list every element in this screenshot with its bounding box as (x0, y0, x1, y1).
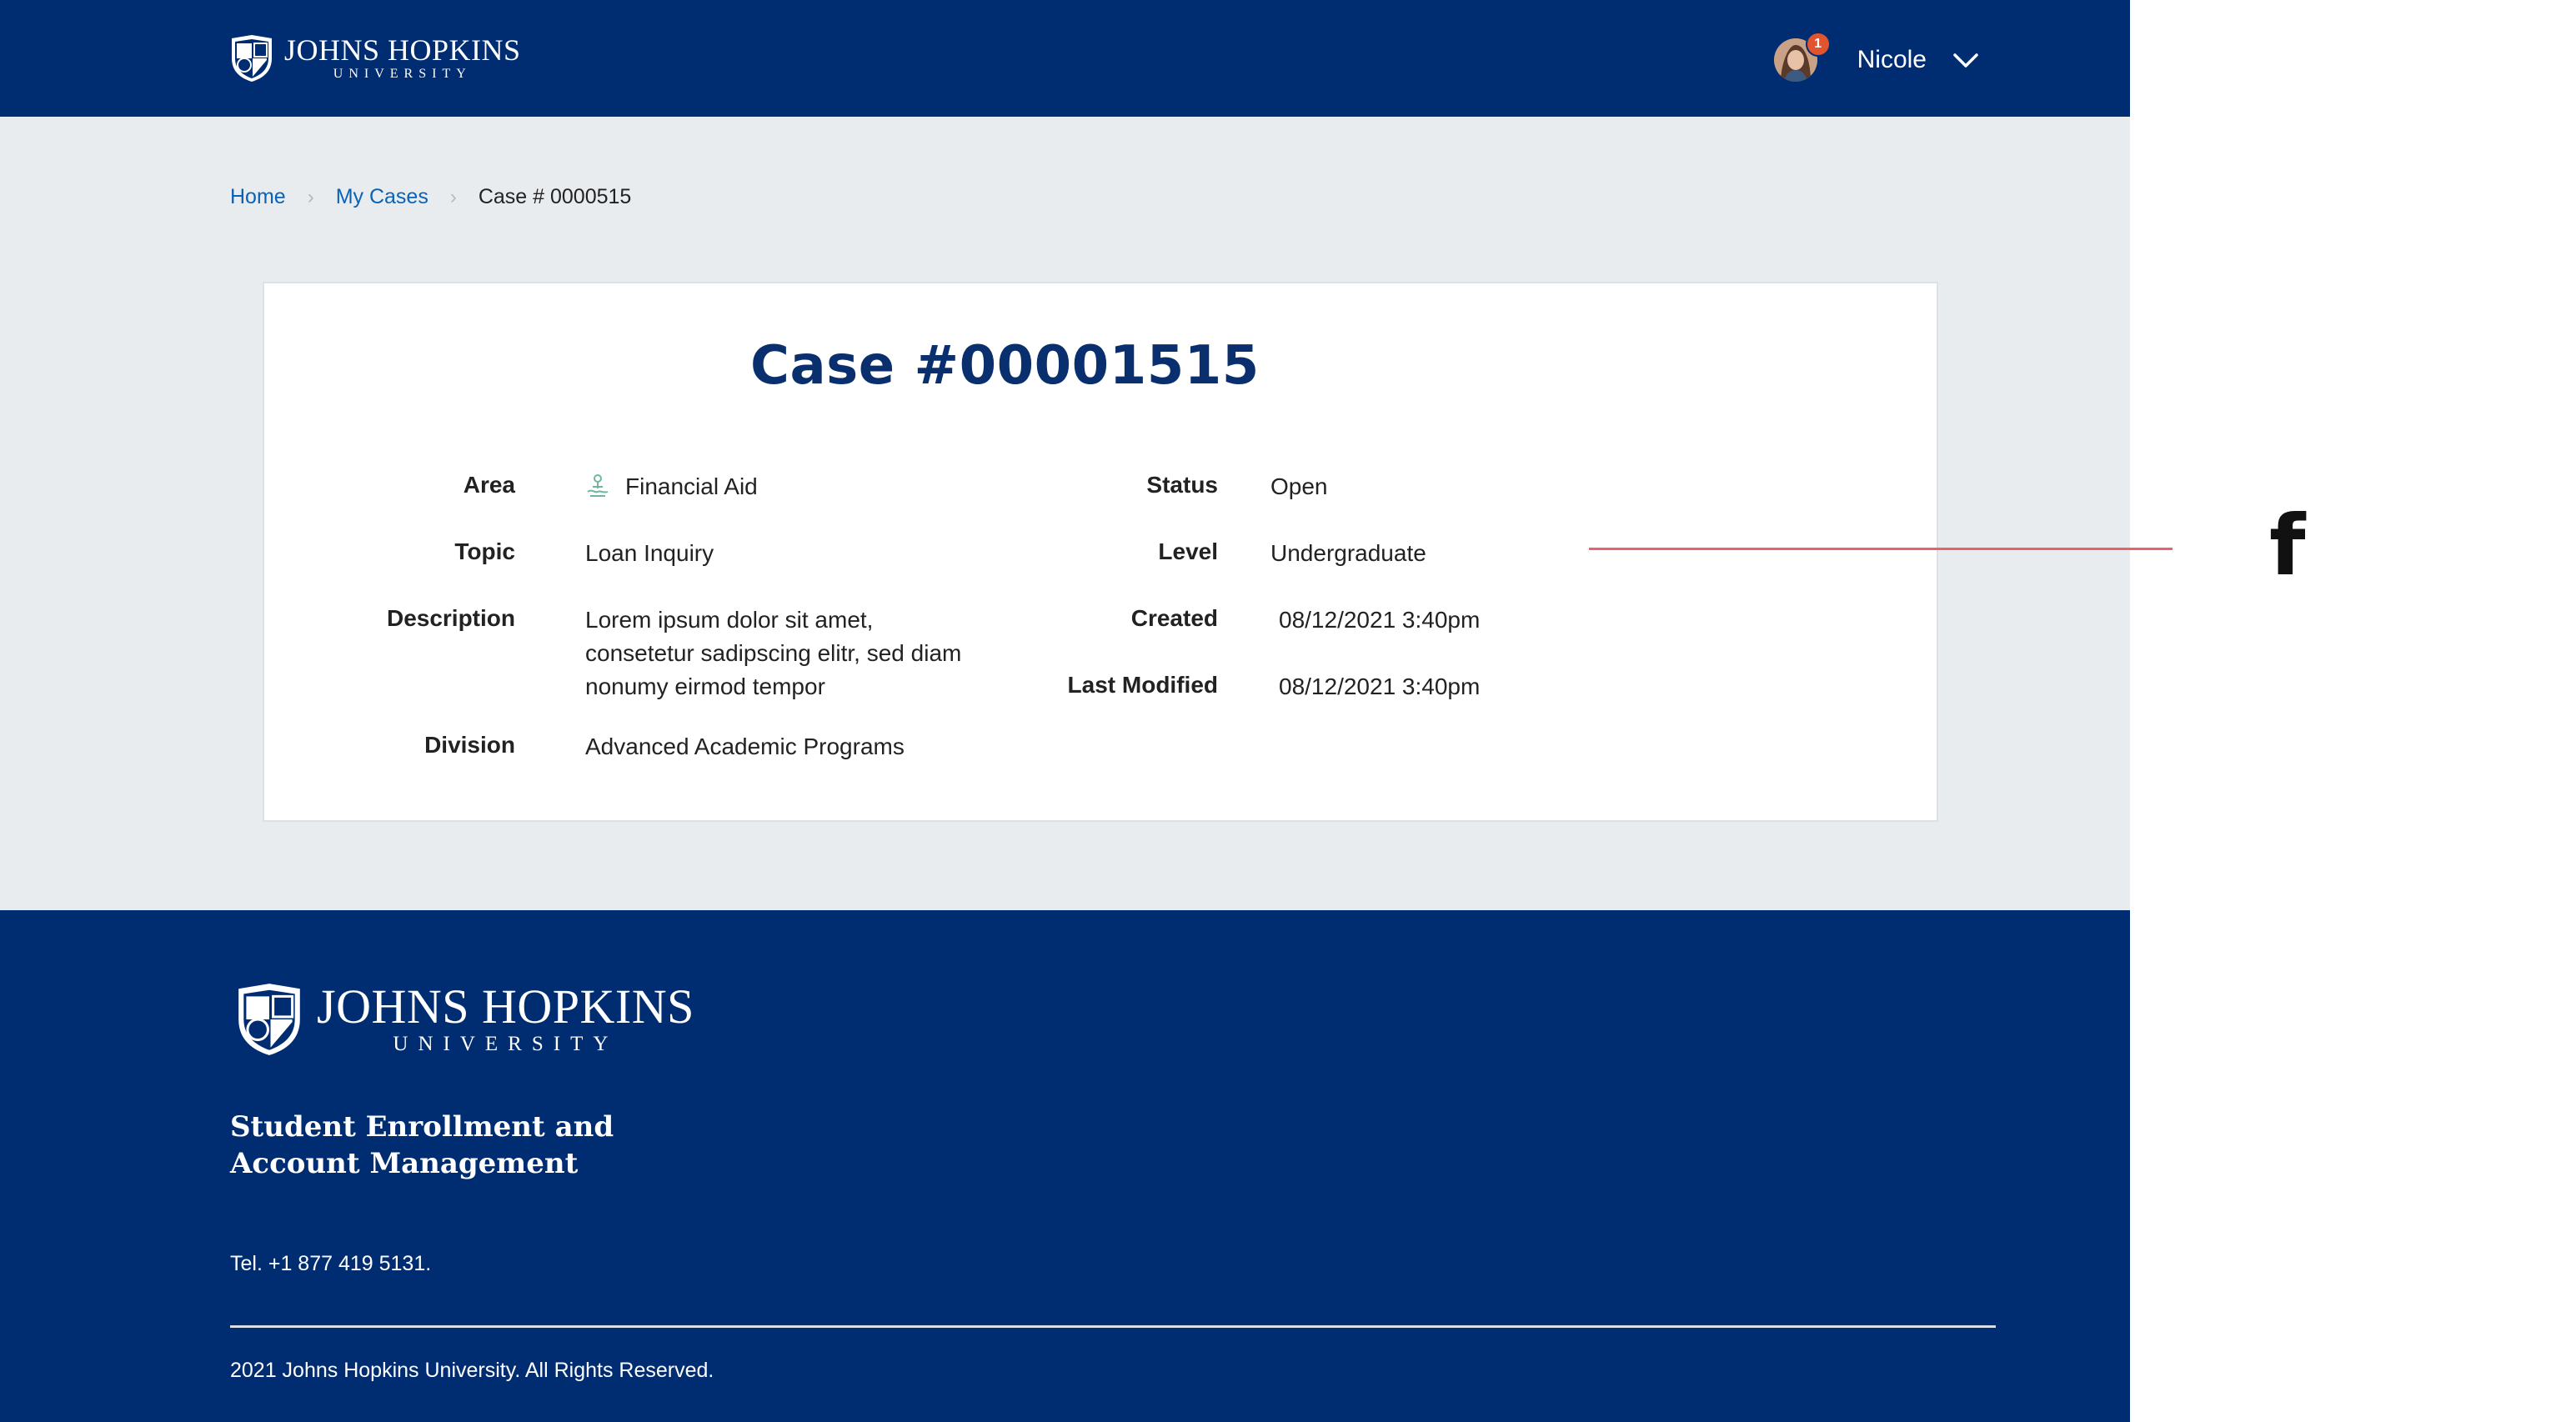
last-modified-label: Last Modified (1067, 672, 1218, 698)
division-value: Advanced Academic Programs (585, 734, 905, 759)
footer-org-name: Student Enrollment and Account Managemen… (230, 1110, 614, 1180)
footer-wordmark: JOHNS HOPKINS UNIVERSITY (317, 983, 694, 1056)
description-label: Description (386, 605, 515, 631)
status-label: Status (1146, 472, 1218, 498)
created-label: Created (1130, 605, 1218, 631)
last-modified-value: 08/12/2021 3:40pm (1279, 673, 1481, 699)
chevron-down-icon[interactable] (1952, 46, 1980, 74)
notification-badge[interactable]: 1 (1805, 32, 1831, 57)
area-value: Financial Aid (625, 473, 758, 499)
description-value: Lorem ipsum dolor sit amet, consetetur s… (585, 607, 962, 699)
created-value: 08/12/2021 3:40pm (1279, 607, 1481, 633)
annotation-line (1589, 548, 2173, 550)
topic-label: Topic (454, 538, 515, 564)
breadcrumb-separator-icon: › (449, 185, 457, 208)
brand-name: JOHNS HOPKINS (284, 33, 521, 67)
breadcrumb: Home › My Cases › Case # 0000515 (230, 185, 631, 209)
brand-sub: UNIVERSITY (393, 1033, 619, 1055)
university-shield-icon (238, 984, 300, 1055)
avatar[interactable]: 1 (1773, 32, 1831, 82)
page: JOHNS HOPKINS UNIVERSITY 1 Nicole Home ›… (0, 0, 2130, 1422)
level-value: Undergraduate (1270, 540, 1426, 566)
header-wordmark: JOHNS HOPKINS UNIVERSITY (284, 35, 521, 82)
user-menu[interactable]: 1 Nicole (1773, 32, 1980, 85)
breadcrumb-home[interactable]: Home (230, 185, 286, 209)
level-label: Level (1158, 538, 1218, 564)
breadcrumb-current: Case # 0000515 (478, 185, 632, 208)
university-shield-icon (232, 35, 272, 82)
status-value: Open (1270, 473, 1328, 499)
brand-name: JOHNS HOPKINS (317, 979, 694, 1034)
footer-logo[interactable]: JOHNS HOPKINS UNIVERSITY (233, 981, 694, 1058)
header-logo[interactable]: JOHNS HOPKINS UNIVERSITY (229, 33, 521, 83)
site-footer: JOHNS HOPKINS UNIVERSITY Student Enrollm… (0, 910, 2130, 1422)
user-name[interactable]: Nicole (1857, 46, 1927, 74)
footer-copyright: 2021 Johns Hopkins University. All Right… (230, 1359, 714, 1382)
footer-divider (230, 1325, 1996, 1328)
top-header: JOHNS HOPKINS UNIVERSITY 1 Nicole (0, 0, 2130, 117)
footer-telephone[interactable]: Tel. +1 877 419 5131. (230, 1252, 431, 1276)
area-label: Area (463, 472, 515, 498)
breadcrumb-my-cases[interactable]: My Cases (336, 185, 428, 209)
division-label: Division (424, 732, 515, 758)
brand-sub: UNIVERSITY (333, 67, 472, 81)
annotation-label: f (2269, 497, 2306, 594)
topic-value: Loan Inquiry (585, 540, 714, 566)
case-details-card: Case #00001515 Area Financial Aid Topic … (263, 282, 1938, 822)
case-title: Case #00001515 (750, 335, 1260, 397)
financial-aid-icon (587, 474, 609, 497)
breadcrumb-separator-icon: › (307, 185, 314, 208)
